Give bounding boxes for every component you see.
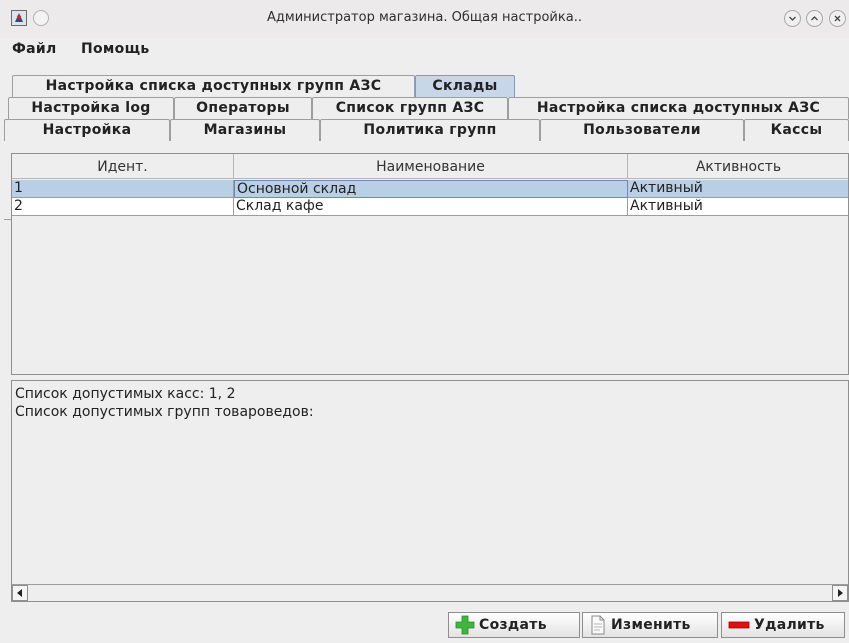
table-row[interactable]: 1 Основной склад Активный	[12, 180, 848, 198]
scroll-right-icon[interactable]	[832, 585, 848, 601]
red-minus-icon	[728, 615, 750, 635]
cell-id[interactable]: 2	[12, 198, 234, 216]
tab-operators[interactable]: Операторы	[174, 97, 312, 119]
window-title: Администратор магазина. Общая настройка.…	[267, 10, 582, 25]
cell-activity[interactable]: Активный	[628, 198, 848, 216]
table-header: Идент. Наименование Активность	[12, 154, 848, 180]
close-button[interactable]	[829, 10, 846, 27]
menu-file[interactable]: Файл	[12, 41, 57, 57]
maximize-button[interactable]	[806, 10, 823, 27]
column-header-activity[interactable]: Активность	[628, 154, 848, 179]
scroll-left-icon[interactable]	[12, 585, 28, 601]
create-button-label: Создать	[479, 617, 547, 633]
tab-warehouses[interactable]: Склады	[415, 75, 515, 97]
cell-name[interactable]: Склад кафе	[234, 198, 628, 216]
tab-users[interactable]: Пользователи	[540, 119, 744, 141]
edit-button[interactable]: Изменить	[582, 612, 718, 638]
tab-group-policy[interactable]: Политика групп	[320, 119, 540, 141]
tab-gas-station-groups-access[interactable]: Настройка списка доступных групп АЗС	[12, 75, 415, 97]
minimize-button[interactable]	[784, 10, 801, 27]
tab-panel: Настройка списка доступных групп АЗС Скл…	[0, 75, 849, 220]
tab-settings[interactable]: Настройка	[4, 119, 170, 141]
cell-name[interactable]: Основной склад	[234, 180, 628, 198]
cell-id[interactable]: 1	[12, 180, 234, 198]
menu-help[interactable]: Помощь	[81, 41, 150, 57]
menu-bar: Файл Помощь	[0, 38, 849, 62]
tab-gas-stations-access[interactable]: Настройка списка доступных АЗС	[508, 97, 849, 119]
green-plus-icon	[455, 615, 475, 635]
tab-log-settings[interactable]: Настройка log	[8, 97, 174, 119]
warehouses-table: Идент. Наименование Активность 1 Основно…	[11, 153, 849, 375]
column-header-name[interactable]: Наименование	[234, 154, 628, 179]
table-row[interactable]: 2 Склад кафе Активный	[12, 198, 848, 216]
delete-button-label: Удалить	[754, 617, 825, 633]
application-window: Администратор магазина. Общая настройка.…	[0, 0, 849, 643]
column-header-id[interactable]: Идент.	[12, 154, 234, 179]
edit-button-label: Изменить	[611, 617, 691, 633]
delete-button[interactable]: Удалить	[721, 612, 845, 638]
horizontal-scrollbar[interactable]	[12, 584, 848, 601]
tab-gas-station-group-list[interactable]: Список групп АЗС	[312, 97, 508, 119]
details-panel[interactable]: Список допустимых касс: 1, 2 Список допу…	[11, 380, 849, 602]
create-button[interactable]: Создать	[448, 612, 580, 638]
title-bar: Администратор магазина. Общая настройка.…	[0, 0, 849, 39]
tab-cash-registers[interactable]: Кассы	[744, 119, 849, 141]
allowed-registers-text: Список допустимых касс: 1, 2	[15, 386, 236, 402]
cell-activity[interactable]: Активный	[628, 180, 848, 198]
document-icon	[589, 615, 607, 635]
allowed-merch-groups-text: Список допустимых групп товароведов:	[15, 404, 314, 420]
tab-stores[interactable]: Магазины	[170, 119, 320, 141]
